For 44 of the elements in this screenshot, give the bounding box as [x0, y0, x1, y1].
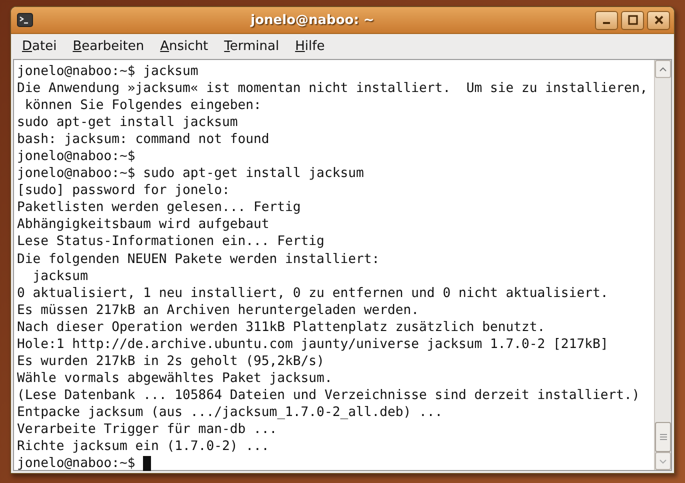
- terminal-line: Richte jacksum ein (1.7.0-2) ...: [17, 438, 270, 456]
- terminal-line: (Lese Datenbank ... 105864 Dateien und Verzeichnisse sind derzeit installiert.): [17, 386, 641, 404]
- menu-item[interactable]: Bearbeiten: [66, 39, 152, 54]
- terminal-line: Nach dieser Operation werden 311kB Plattenplatz zusätzlich benutzt.: [17, 318, 546, 336]
- scroll-up-button[interactable]: [655, 60, 671, 78]
- grip-icon: [660, 433, 666, 441]
- minimize-button[interactable]: [595, 10, 618, 30]
- terminal-line: jonelo@naboo:~$: [17, 455, 136, 472]
- menu-item[interactable]: Ansicht: [153, 39, 216, 54]
- maximize-icon: [628, 15, 638, 25]
- terminal-line: Es müssen 217kB an Archiven heruntergeladen werden.: [17, 302, 420, 319]
- chevron-up-icon: [659, 66, 667, 72]
- close-icon: [654, 15, 664, 25]
- terminal-line: jonelo@naboo:~$: [17, 148, 136, 166]
- window-title: jonelo@naboo: ~: [249, 12, 376, 28]
- terminal-line: Die Anwendung »jacksum« ist momentan nicht installiert. Um sie zu installieren,: [17, 80, 649, 98]
- terminal-line: bash: jacksum: command not found: [17, 131, 270, 148]
- terminal-line: Wähle vormals abgewähltes Paket jacksum.: [17, 370, 334, 387]
- terminal-line: Die folgenden NEUEN Pakete werden installiert:: [17, 250, 381, 268]
- terminal-line: Lese Status-Informationen ein... Fertig: [17, 233, 326, 251]
- terminal-line: Es wurden 217kB in 2s geholt (95,2kB/s): [17, 352, 326, 370]
- terminal-line: jonelo@naboo:~$ sudo apt-get install jacksum: [17, 165, 365, 182]
- minimize-icon: [603, 22, 610, 24]
- chevron-down-icon: [659, 458, 667, 464]
- scrollbar[interactable]: [654, 60, 671, 470]
- terminal-line: Abhängigkeitsbaum wird aufgebaut: [17, 216, 270, 234]
- menu-item[interactable]: Hilfe: [288, 39, 332, 54]
- terminal-line: jacksum: [32, 268, 89, 285]
- close-button[interactable]: [647, 10, 670, 30]
- terminal-line: Entpacke jacksum (aus .../jacksum_1.7.0-2_all.deb) ...: [17, 404, 444, 421]
- maximize-button[interactable]: [621, 10, 644, 30]
- terminal-line: Hole:1 http://de.archive.ubuntu.com jaunty/universe jacksum 1.7.0-2 [217kB]: [17, 336, 610, 353]
- menu-item[interactable]: Datei: [15, 39, 64, 54]
- terminal-line: jonelo@naboo:~$ jacksum: [17, 63, 200, 80]
- terminal-icon: [17, 13, 33, 27]
- terminal-line: Verarbeite Trigger für man-db ...: [17, 420, 278, 438]
- terminal-line: [sudo] password for jonelo:: [17, 182, 231, 200]
- terminal-line: können Sie Folgendes eingeben:: [24, 97, 262, 114]
- menu-item[interactable]: Terminal: [217, 39, 286, 54]
- terminal-area[interactable]: [13, 59, 672, 471]
- terminal-line: 0 aktualisiert, 1 neu installiert, 0 zu entfernen und 0 nicht aktualisiert.: [17, 284, 610, 302]
- terminal-line: sudo apt-get install jacksum: [17, 114, 239, 132]
- scroll-thumb[interactable]: [655, 422, 671, 452]
- terminal-line: Paketlisten werden gelesen... Fertig: [17, 199, 302, 216]
